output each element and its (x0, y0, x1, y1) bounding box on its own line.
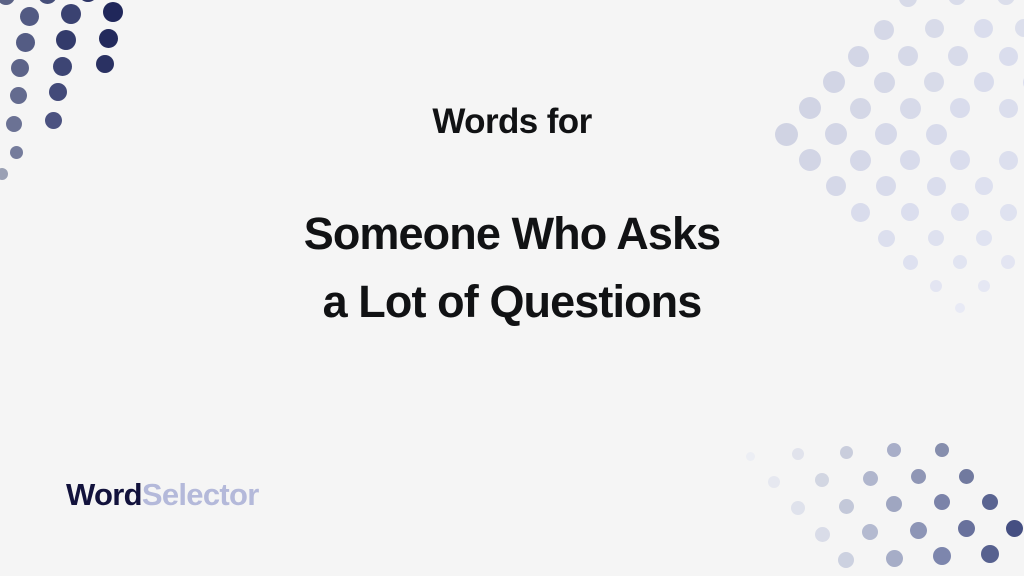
logo-primary-text: Word (66, 477, 143, 512)
page-title: Someone Who Asks a Lot of Questions (304, 200, 721, 337)
slide-canvas: Words for Someone Who Asks a Lot of Ques… (0, 0, 1024, 576)
eyebrow-title: Words for (432, 102, 592, 141)
page-title-line-2: a Lot of Questions (322, 275, 703, 327)
logo-secondary-text: Selector (141, 477, 259, 512)
page-title-line-1: Someone Who Asks (303, 207, 721, 259)
wordselector-logo[interactable]: WordSelector (66, 479, 259, 510)
